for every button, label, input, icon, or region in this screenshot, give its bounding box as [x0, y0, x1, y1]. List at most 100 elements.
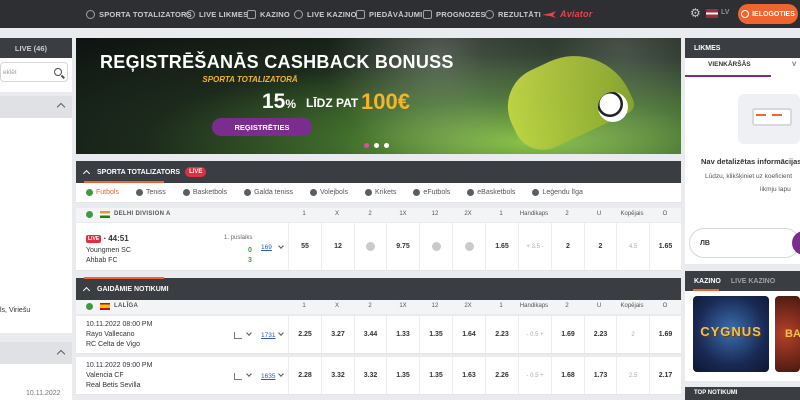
match-datetime: 10.11.2022 08:00 PM	[86, 321, 153, 328]
tab-legends-league[interactable]: Leģendu līga	[532, 189, 583, 196]
odds-cell[interactable]: 2.26	[485, 357, 518, 394]
lock-icon	[431, 242, 441, 251]
odds-cell[interactable]: 12	[321, 223, 354, 270]
chevron-down-icon[interactable]	[246, 371, 252, 377]
language-selector[interactable]: LV	[721, 9, 729, 16]
user-icon	[741, 10, 750, 18]
tab-live-casino[interactable]: LIVE KAZINO	[731, 278, 775, 285]
odds-cell[interactable]: 3.27	[321, 316, 354, 353]
nav-live-bets[interactable]: LIVE LIKMES	[186, 0, 248, 28]
tab-tennis[interactable]: Teniss	[135, 189, 166, 196]
nav-sports[interactable]: SPORTA TOTALIZATORS	[86, 0, 192, 28]
left-section-header-2[interactable]	[0, 342, 72, 364]
lock-icon	[464, 242, 474, 251]
odds-cell[interactable]: 2	[584, 223, 616, 270]
markets-count-link[interactable]: 1635	[261, 373, 275, 380]
chevron-down-icon[interactable]	[278, 243, 284, 249]
statistics-icon[interactable]	[234, 373, 242, 380]
odds-cell[interactable]: 2.23	[584, 316, 616, 353]
away-team: RC Celta de Vigo	[86, 341, 140, 348]
tab-casino[interactable]: KAZINO	[694, 278, 721, 285]
tab-efootball[interactable]: eFutbols	[413, 189, 450, 196]
lock-icon	[366, 242, 375, 251]
odds-cell[interactable]: 1.63	[452, 357, 485, 394]
login-button[interactable]: IELOGOTIES	[738, 4, 798, 24]
tab-multi-bets[interactable]: V	[792, 61, 796, 68]
odds-cell[interactable]: 3.44	[354, 316, 386, 353]
chevron-down-icon[interactable]	[278, 330, 284, 336]
match-datetime: 10.11.2022 09:00 PM	[86, 362, 153, 369]
betslip-header[interactable]: LIKMES	[685, 38, 800, 58]
banner-amount: 100€	[361, 89, 410, 114]
left-section-header[interactable]	[0, 96, 72, 118]
nav-live-casino[interactable]: LIVE KAZINO	[294, 0, 357, 28]
markets-count-link[interactable]: 169	[261, 244, 272, 251]
nav-offers[interactable]: PIEDĀVĀJUMI	[356, 0, 422, 28]
register-button[interactable]: REĢISTRĒTIES	[212, 118, 312, 136]
stake-input[interactable]: ЛВ	[689, 228, 800, 258]
chevron-down-icon[interactable]	[278, 371, 284, 377]
tab-cricket[interactable]: Krikets	[365, 189, 396, 196]
settings-gear-icon[interactable]: ⚙	[690, 7, 702, 19]
cricket-icon	[365, 189, 373, 196]
live-events-header[interactable]: LIVE (46)	[0, 38, 72, 58]
odds-cell[interactable]: 2.17	[649, 357, 681, 394]
odds-cell[interactable]: 1.33	[386, 316, 419, 353]
odds-cell[interactable]: 55	[288, 223, 321, 270]
odds-cell[interactable]: 1.65	[649, 223, 681, 270]
markets-count-link[interactable]: 1731	[261, 332, 275, 339]
odds-cell[interactable]: 1.35	[386, 357, 419, 394]
tab-ebasketball[interactable]: eBasketbols	[467, 189, 515, 196]
statistics-icon[interactable]	[234, 332, 242, 339]
carousel-dot[interactable]	[364, 143, 369, 148]
promo-banner[interactable]: REĢISTRĒŠANĀS CASHBACK BONUSS SPORTA TOT…	[76, 38, 681, 154]
latvia-flag-icon[interactable]	[706, 9, 718, 18]
home-team: Valencia CF	[86, 372, 124, 379]
tab-basketball[interactable]: Basketbols	[182, 189, 227, 196]
odds-cell[interactable]: 2.25	[288, 316, 321, 353]
nav-results[interactable]: REZULTĀTI	[485, 0, 541, 28]
odds-cell[interactable]: 1.73	[584, 357, 616, 394]
tab-football[interactable]: Futbols	[86, 189, 119, 196]
match-row[interactable]: 10.11.2022 08:00 PM Rayo Vallecano RC Ce…	[76, 316, 681, 354]
odds-cell[interactable]: 1.35	[419, 357, 452, 394]
odds-cell[interactable]: 9.75	[386, 223, 419, 270]
search-icon	[54, 68, 62, 76]
volleyball-icon	[309, 189, 317, 196]
tab-single-bets[interactable]: VIENKĀRŠĀS	[708, 61, 751, 68]
carousel-dot[interactable]	[374, 143, 379, 148]
left-list-item[interactable]: ls, Viriešu	[0, 307, 30, 314]
odds-cell[interactable]: 1.64	[452, 316, 485, 353]
odds-cell[interactable]: 2.23	[485, 316, 518, 353]
odds-cell[interactable]: 2.28	[288, 357, 321, 394]
live-badge: LIVE	[185, 167, 207, 177]
odds-cell[interactable]: 1.65	[485, 223, 518, 270]
upcoming-header[interactable]: GAIDĀMIE NOTIKUMI	[76, 278, 681, 300]
tab-volleyball[interactable]: Volejbols	[309, 189, 348, 196]
odds-cell[interactable]: 2	[551, 223, 584, 270]
casino-game-tile[interactable]: CYGNUS	[693, 296, 769, 372]
odds-cell[interactable]: 1.35	[419, 316, 452, 353]
india-flag-icon	[100, 211, 110, 218]
live-match-row[interactable]: LIVE ◔ 44:51 1. puslaiks Youngmen SC Ahb…	[76, 223, 681, 271]
match-row[interactable]: 10.11.2022 09:00 PM Valencia CF Real Bet…	[76, 357, 681, 395]
casino-game-tile[interactable]: BA	[775, 296, 800, 372]
away-score: 3	[248, 257, 252, 264]
tab-table-tennis[interactable]: Galda teniss	[244, 189, 293, 196]
odds-cell[interactable]: 1.68	[551, 357, 584, 394]
carousel-dot[interactable]	[384, 143, 389, 148]
odds-cell[interactable]: 1.69	[649, 316, 681, 353]
odds-cell-locked	[419, 223, 452, 270]
odds-cell[interactable]: 3.32	[321, 357, 354, 394]
nav-predictions[interactable]: PROGNOZES	[423, 0, 486, 28]
sportsbook-header[interactable]: SPORTA TOTALIZATORS LIVE	[76, 161, 681, 183]
odds-cell[interactable]: 3.32	[354, 357, 386, 394]
odds-cell[interactable]: 1.69	[551, 316, 584, 353]
search-input[interactable]: eklēt	[0, 62, 68, 82]
nav-casino[interactable]: KAZINO	[247, 0, 290, 28]
nav-aviator[interactable]: Aviator	[542, 0, 592, 28]
live-casino-icon	[294, 9, 303, 19]
chevron-down-icon[interactable]	[246, 330, 252, 336]
league-header: LALĪGA 1 X 2 1X 12 2X 1 Handikaps 2 U Ko…	[76, 300, 681, 314]
top-events-header[interactable]: TOP NOTIKUMI	[685, 387, 800, 400]
